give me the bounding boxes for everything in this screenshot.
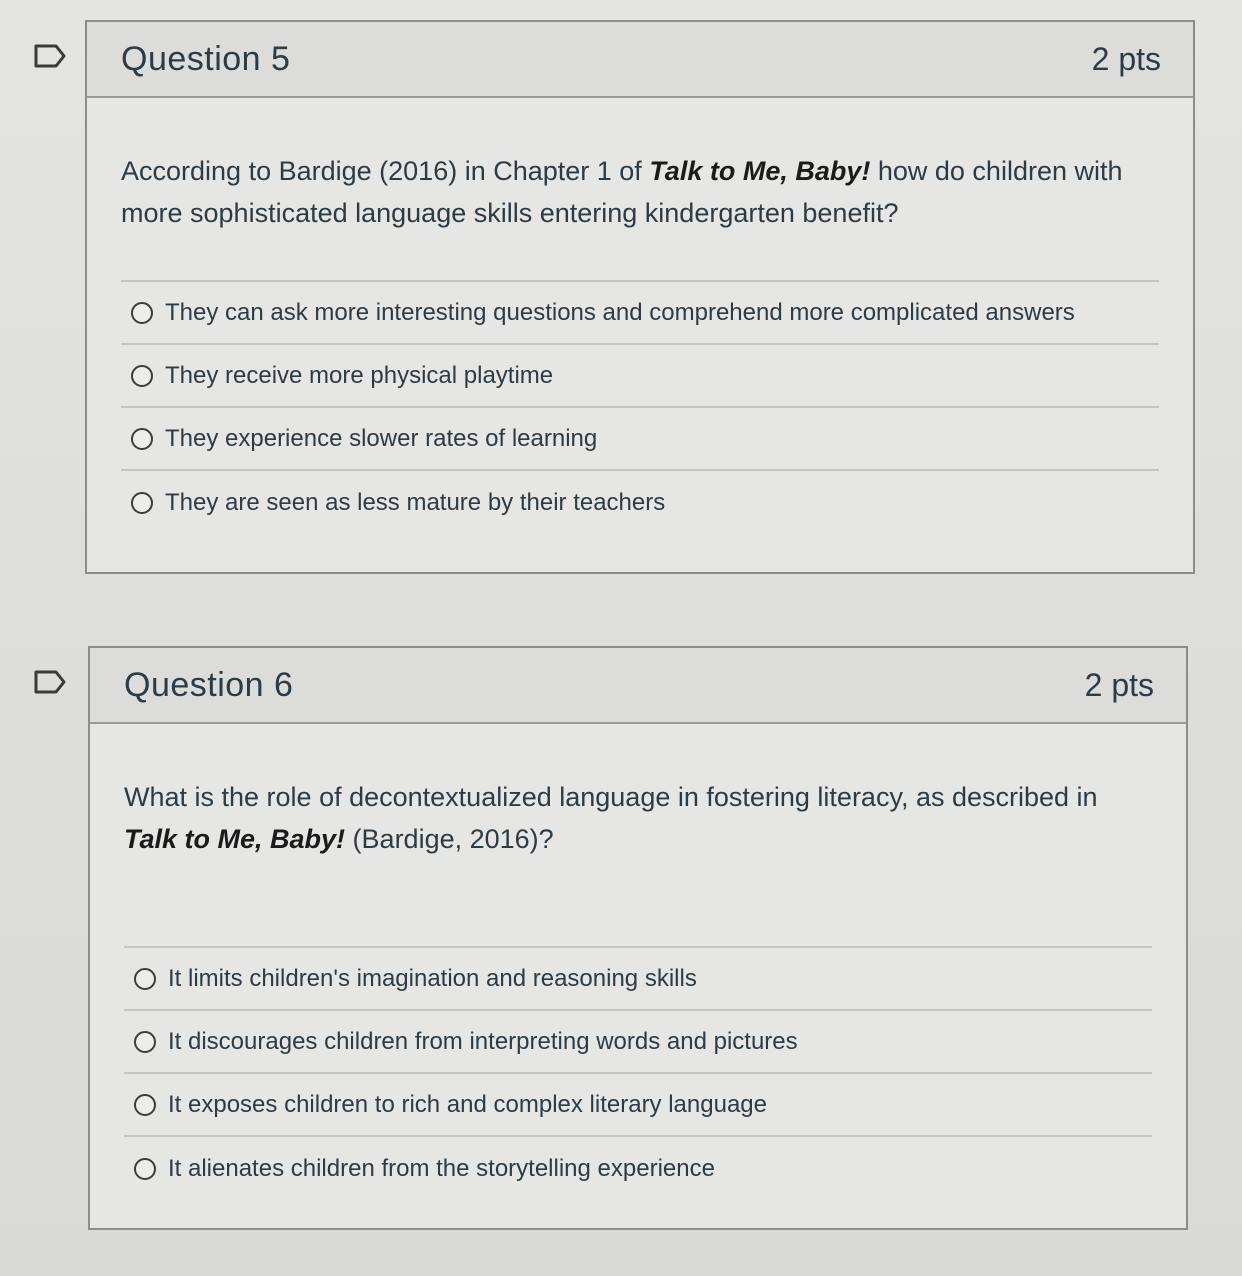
answer-label[interactable]: It discourages children from interpretin… bbox=[168, 1028, 798, 1056]
radio-button[interactable] bbox=[131, 364, 153, 387]
question-text-part: (Bardige, 2016)? bbox=[345, 824, 554, 854]
question-title: Question 6 bbox=[124, 665, 294, 704]
question-header: Question 6 2 pts bbox=[90, 648, 1186, 724]
question-title: Question 5 bbox=[121, 39, 291, 78]
question-points: 2 pts bbox=[1084, 666, 1154, 703]
radio-button[interactable] bbox=[131, 491, 153, 514]
answer-option[interactable]: They can ask more interesting questions … bbox=[121, 282, 1159, 345]
question-points: 2 pts bbox=[1091, 40, 1161, 77]
radio-button[interactable] bbox=[131, 427, 153, 450]
book-title: Talk to Me, Baby! bbox=[649, 156, 871, 186]
radio-button[interactable] bbox=[134, 1030, 156, 1053]
answer-label[interactable]: They can ask more interesting questions … bbox=[165, 299, 1075, 327]
answer-option[interactable]: They receive more physical playtime bbox=[121, 345, 1159, 408]
question-text: What is the role of decontextualized lan… bbox=[124, 724, 1152, 946]
answer-label[interactable]: It alienates children from the storytell… bbox=[168, 1155, 715, 1183]
answer-list: It limits children's imagination and rea… bbox=[124, 946, 1152, 1200]
answer-label[interactable]: It exposes children to rich and complex … bbox=[168, 1091, 767, 1119]
radio-button[interactable] bbox=[134, 1093, 156, 1116]
radio-button[interactable] bbox=[131, 301, 153, 324]
quiz-page: Question 5 2 pts According to Bardige (2… bbox=[0, 0, 1242, 1276]
question-body: What is the role of decontextualized lan… bbox=[90, 724, 1186, 1200]
answer-label[interactable]: They are seen as less mature by their te… bbox=[165, 489, 665, 517]
question-text-part: What is the role of decontextualized lan… bbox=[124, 782, 1098, 812]
question-header: Question 5 2 pts bbox=[87, 22, 1193, 98]
question-body: According to Bardige (2016) in Chapter 1… bbox=[87, 98, 1193, 534]
question-5: Question 5 2 pts According to Bardige (2… bbox=[85, 20, 1195, 574]
answer-label[interactable]: They receive more physical playtime bbox=[165, 362, 553, 390]
answer-option[interactable]: They experience slower rates of learning bbox=[121, 408, 1159, 471]
radio-button[interactable] bbox=[134, 967, 156, 990]
answer-option[interactable]: It limits children's imagination and rea… bbox=[124, 948, 1152, 1011]
flag-question-icon[interactable] bbox=[34, 670, 66, 694]
answer-option[interactable]: It exposes children to rich and complex … bbox=[124, 1074, 1152, 1137]
question-text-part: According to Bardige (2016) in Chapter 1… bbox=[121, 156, 650, 186]
book-title: Talk to Me, Baby! bbox=[124, 824, 346, 854]
answer-label[interactable]: They experience slower rates of learning bbox=[165, 425, 597, 453]
radio-button[interactable] bbox=[134, 1157, 156, 1180]
flag-question-icon[interactable] bbox=[34, 44, 66, 68]
answer-list: They can ask more interesting questions … bbox=[121, 280, 1159, 534]
question-6: Question 6 2 pts What is the role of dec… bbox=[88, 646, 1188, 1230]
answer-option[interactable]: It alienates children from the storytell… bbox=[124, 1137, 1152, 1200]
question-text: According to Bardige (2016) in Chapter 1… bbox=[121, 98, 1159, 280]
answer-option[interactable]: It discourages children from interpretin… bbox=[124, 1011, 1152, 1074]
answer-label[interactable]: It limits children's imagination and rea… bbox=[168, 965, 697, 993]
answer-option[interactable]: They are seen as less mature by their te… bbox=[121, 471, 1159, 534]
